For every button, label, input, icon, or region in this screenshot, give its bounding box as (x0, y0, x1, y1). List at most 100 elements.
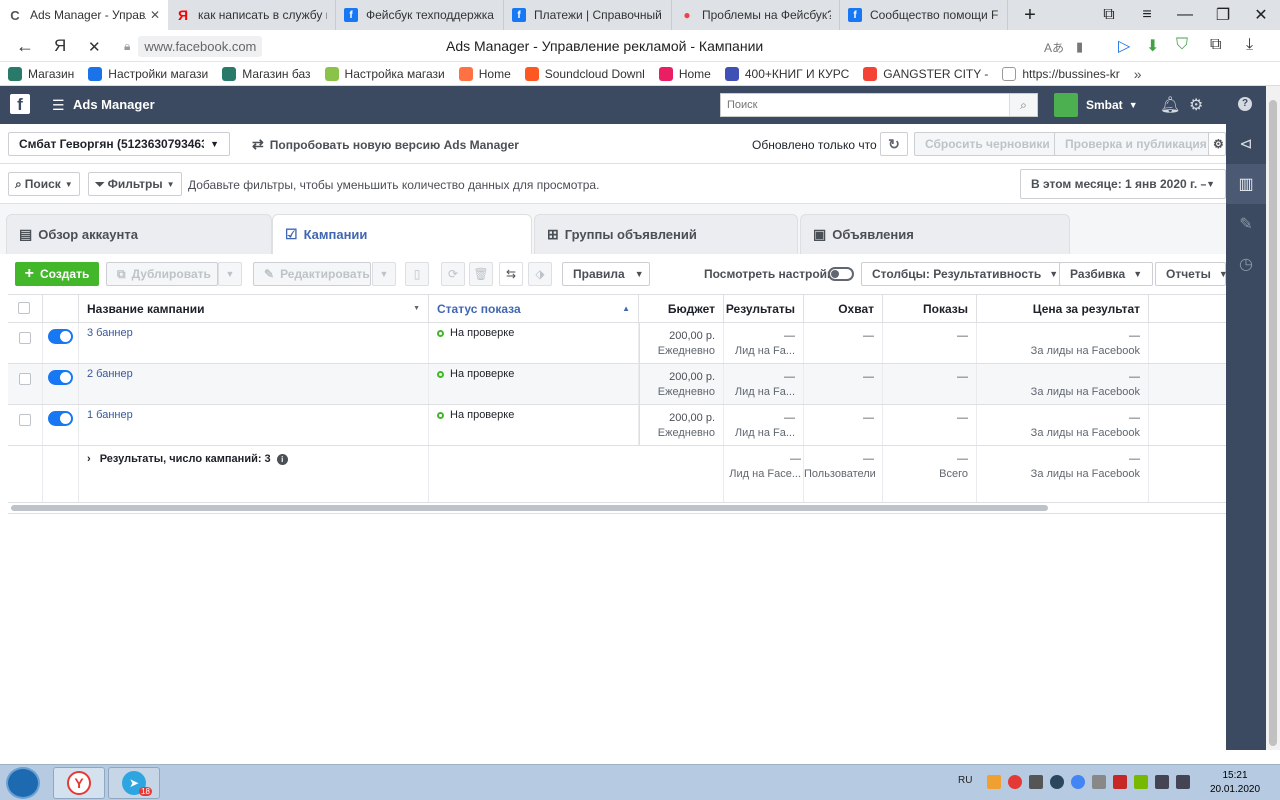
close-window-icon[interactable]: ✕ (1242, 0, 1280, 30)
nvidia-tray-icon[interactable] (1134, 775, 1148, 789)
bookmark-item[interactable]: Home (458, 66, 511, 81)
browser-tab[interactable]: C Ads Manager - Управл ✕ (0, 0, 168, 30)
hamburger-menu-icon[interactable]: ☰ (52, 97, 65, 114)
bookmark-item[interactable]: GANGSTER CITY - (863, 66, 988, 81)
facebook-logo-icon[interactable]: f (10, 94, 30, 114)
tab-ad-sets[interactable]: ⊞ Группы объявлений (534, 214, 798, 254)
menu-icon[interactable]: ≡ (1128, 0, 1166, 30)
bookmarks-panel-icon[interactable]: ⧉ (1090, 0, 1128, 30)
reports-button[interactable]: Отчеты ▼ (1155, 262, 1228, 286)
bookmark-item[interactable]: Магазин баз (222, 66, 311, 81)
keyboard-tray-icon[interactable] (1029, 775, 1043, 789)
vertical-scrollbar[interactable] (1266, 86, 1280, 750)
scroll-thumb[interactable] (11, 505, 1048, 511)
notification-tray-icon[interactable] (1092, 775, 1106, 789)
campaign-name-link[interactable]: 1 баннер (87, 409, 133, 421)
edit-button[interactable]: ✎ Редактировать (253, 262, 371, 286)
app-name[interactable]: Ads Manager (73, 97, 155, 112)
gear-icon[interactable]: ⚙ (1189, 95, 1203, 115)
reset-icon[interactable]: ⟳ (441, 262, 465, 286)
try-new-version-link[interactable]: ⇄ Попробовать новую версию Ads Manager (252, 136, 519, 153)
ab-test-icon[interactable]: ⇆ (499, 262, 523, 286)
alice-icon[interactable]: ▷ (1118, 36, 1130, 56)
flag-tray-icon[interactable] (1113, 775, 1127, 789)
language-indicator[interactable]: RU (958, 775, 972, 786)
tab-account-overview[interactable]: ▤ Обзор аккаунта (6, 214, 272, 254)
view-settings-toggle[interactable] (828, 267, 854, 281)
yandex-tray-icon[interactable] (1008, 775, 1022, 789)
browser-tab[interactable]: f Сообщество помощи Fac (840, 0, 1008, 30)
header-results[interactable]: Результаты (724, 295, 804, 323)
bookmark-item[interactable]: Настройка магази (324, 66, 445, 81)
extension-download-icon[interactable]: ⬇ (1146, 36, 1159, 56)
tray-app-icon[interactable] (987, 775, 1001, 789)
row-checkbox[interactable] (19, 373, 31, 385)
yandex-browser-taskbar-icon[interactable]: Y (53, 767, 105, 799)
search-input[interactable] (721, 94, 1009, 116)
campaign-toggle[interactable] (48, 370, 73, 385)
bookmark-icon[interactable]: ▮ (1076, 39, 1083, 55)
rules-button[interactable]: Правила ▼ (562, 262, 650, 286)
filters-button[interactable]: ⏷ Фильтры ▼ (88, 172, 182, 196)
refresh-button[interactable]: ↻ (880, 132, 908, 156)
tab-ads[interactable]: ▣ Объявления (800, 214, 1070, 254)
search-button[interactable]: ⌕ Поиск ▼ (8, 172, 80, 196)
shield-icon[interactable]: ⛉ (1176, 36, 1188, 54)
row-checkbox[interactable] (19, 332, 31, 344)
review-publish-button[interactable]: Проверка и публикация (1054, 132, 1218, 156)
collapse-panel-icon[interactable]: ⊲ (1226, 124, 1266, 164)
trash-icon[interactable]: 🗑︎ (469, 262, 493, 286)
account-selector[interactable]: Смбат Геворгян (5123630793463... ▼ (8, 132, 230, 156)
date-range-picker[interactable]: В этом месяце: 1 янв 2020 г. – ▼ (1020, 169, 1226, 199)
header-cost[interactable]: Цена за результат (977, 295, 1149, 323)
horizontal-scrollbar[interactable] (8, 502, 1226, 514)
budget-cell[interactable]: 200,00 р. Ежедневно (639, 405, 724, 445)
notifications-bell-icon[interactable]: 🔔︎ (1160, 95, 1180, 115)
yandex-home-icon[interactable]: Я (54, 36, 66, 56)
search-icon[interactable]: ⌕ (1009, 94, 1037, 116)
info-icon[interactable]: i (276, 454, 288, 465)
new-tab-icon[interactable]: + (1008, 0, 1052, 30)
windows-start-icon[interactable] (6, 767, 40, 799)
browser-tab[interactable]: Я как написать в службу по (168, 0, 336, 30)
discard-drafts-button[interactable]: Сбросить черновики (914, 132, 1061, 156)
stop-loading-icon[interactable]: ✕ (88, 38, 101, 56)
back-icon[interactable]: ← (16, 36, 34, 57)
edit-dropdown-icon[interactable]: ▼ (372, 262, 396, 286)
tab-campaigns[interactable]: ☑ Кампании (272, 214, 532, 254)
browser-tab[interactable]: f Фейсбук техподдержка | (336, 0, 504, 30)
help-icon[interactable]: ? (1238, 97, 1252, 111)
user-menu[interactable]: Smbat ▼ (1054, 93, 1142, 117)
volume-tray-icon[interactable] (1155, 775, 1169, 789)
network-tray-icon[interactable] (1176, 775, 1190, 789)
duplicate-dropdown-icon[interactable]: ▼ (218, 262, 242, 286)
header-status[interactable]: Статус показа ▲ (429, 295, 639, 323)
chrome-tray-icon[interactable] (1071, 775, 1085, 789)
more-bookmarks-icon[interactable]: » (1134, 66, 1142, 82)
restore-icon[interactable]: ❐ (1204, 0, 1242, 30)
header-reach[interactable]: Охват (804, 295, 883, 323)
header-budget[interactable]: Бюджет (639, 295, 724, 323)
table-row[interactable]: 2 баннер На проверке 200,00 р. Ежедневно … (8, 364, 1226, 405)
create-button[interactable]: + Создать (15, 262, 99, 286)
campaign-toggle[interactable] (48, 411, 73, 426)
select-all-checkbox[interactable] (18, 302, 30, 314)
summary-label-cell[interactable]: › Результаты, число кампаний: 3 i (79, 446, 429, 502)
browser-tab[interactable]: ● Проблемы на Фейсбук? (672, 0, 840, 30)
bookmark-item[interactable]: https://bussines-kr (1002, 66, 1120, 81)
bookmark-item[interactable]: 400+КНИГ И КУРС (724, 66, 849, 81)
settings-button[interactable]: ⚙ (1208, 132, 1226, 156)
budget-cell[interactable]: 200,00 р. Ежедневно (639, 364, 724, 404)
bookmark-item[interactable]: Настройки магази (88, 66, 208, 81)
minimize-icon[interactable]: — (1166, 0, 1204, 30)
telegram-taskbar-icon[interactable]: ➤ 18 (108, 767, 160, 799)
columns-button[interactable]: Столбцы: Результативность ▼ (861, 262, 1070, 286)
campaign-name-link[interactable]: 3 баннер (87, 327, 133, 339)
steam-tray-icon[interactable] (1050, 775, 1064, 789)
translate-icon[interactable]: Aあ (1044, 39, 1064, 56)
breakdown-button[interactable]: Разбивка ▼ (1059, 262, 1154, 286)
budget-cell[interactable]: 200,00 р. Ежедневно (639, 323, 724, 363)
campaign-name-link[interactable]: 2 баннер (87, 368, 133, 380)
campaign-toggle[interactable] (48, 329, 73, 344)
collections-icon[interactable]: ⧉ (1210, 36, 1221, 54)
